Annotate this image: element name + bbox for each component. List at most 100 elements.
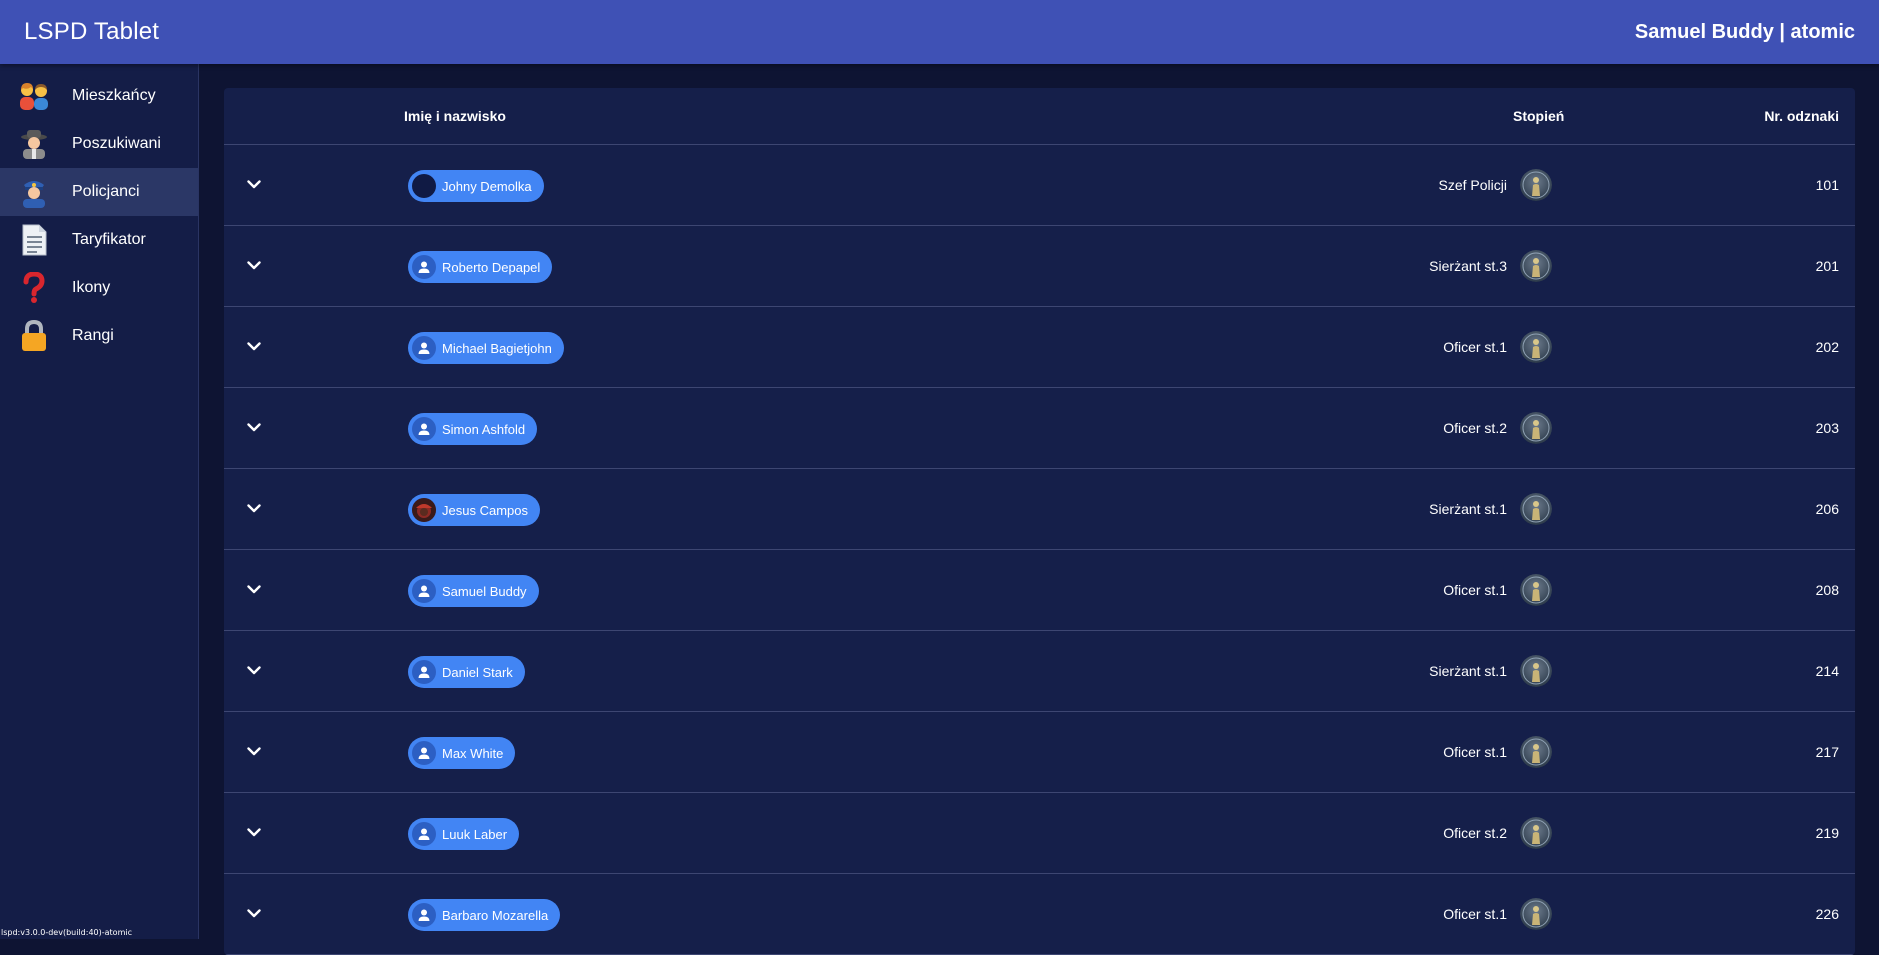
expand-row-button[interactable] [242, 578, 266, 602]
rank-badge-icon [1520, 493, 1552, 525]
sidebar-item-label: Policjanci [72, 183, 140, 200]
rank-badge-icon [1520, 331, 1552, 363]
version-label: lspd:v3.0.0-dev(build:40)-atomic [1, 928, 132, 937]
badge-number: 101 [1815, 177, 1839, 193]
table-body: Johny Demolka Szef Policji 101 Roberto Depa… [224, 145, 1855, 955]
expand-row-button[interactable] [242, 254, 266, 278]
rank-badge-icon [1520, 817, 1552, 849]
table-row[interactable]: Simon Ashfold Oficer st.2 203 [224, 388, 1855, 469]
rank-badge-icon [1520, 412, 1552, 444]
rank-badge-icon [1520, 169, 1552, 201]
table-row[interactable]: Samuel Buddy Oficer st.1 208 [224, 550, 1855, 631]
expand-row-button[interactable] [242, 173, 266, 197]
detective-emoji-icon [16, 126, 52, 162]
sidebar-item-mieszkancy[interactable]: Mieszkańcy [0, 72, 198, 120]
sidebar: Mieszkańcy Poszukiwani Policjanci Taryfi… [0, 64, 199, 939]
table-row[interactable]: Johny Demolka Szef Policji 101 [224, 145, 1855, 226]
sidebar-item-rangi[interactable]: Rangi [0, 312, 198, 360]
badge-number: 214 [1815, 663, 1839, 679]
table-row[interactable]: Luuk Laber Oficer st.2 219 [224, 793, 1855, 874]
officer-name: Simon Ashfold [442, 421, 526, 437]
police-officer-emoji-icon [16, 174, 52, 210]
rank-badge-icon [1520, 898, 1552, 930]
family-emoji-icon [16, 78, 52, 114]
person-icon [412, 417, 436, 441]
officer-chip[interactable]: Johny Demolka [408, 170, 544, 202]
chevron-down-icon [247, 905, 261, 923]
expand-row-button[interactable] [242, 821, 266, 845]
expand-row-button[interactable] [242, 335, 266, 359]
sidebar-item-policjanci[interactable]: Policjanci [0, 168, 198, 216]
table-row[interactable]: Roberto Depapel Sierżant st.3 201 [224, 226, 1855, 307]
expand-row-button[interactable] [242, 416, 266, 440]
officer-chip[interactable]: Samuel Buddy [408, 575, 539, 607]
badge-number: 201 [1815, 258, 1839, 274]
current-user: Samuel Buddy | atomic [1634, 20, 1855, 43]
person-icon [412, 822, 436, 846]
officer-chip[interactable]: Jesus Campos [408, 494, 540, 526]
officer-chip[interactable]: Michael Bagietjohn [408, 332, 564, 364]
user-avatar [412, 174, 436, 198]
column-header-name[interactable]: Imię i nazwisko [404, 108, 506, 124]
person-icon [412, 660, 436, 684]
sidebar-item-taryfikator[interactable]: Taryfikator [0, 216, 198, 264]
chevron-down-icon [247, 500, 261, 518]
officer-chip[interactable]: Daniel Stark [408, 656, 525, 688]
expand-row-button[interactable] [242, 902, 266, 926]
chevron-down-icon [247, 662, 261, 680]
expand-row-button[interactable] [242, 497, 266, 521]
badge-number: 208 [1815, 582, 1839, 598]
rank-badge-icon [1520, 736, 1552, 768]
table-row[interactable]: Daniel Stark Sierżant st.1 214 [224, 631, 1855, 712]
column-header-rank[interactable]: Stopień [1513, 108, 1564, 124]
chevron-down-icon [247, 419, 261, 437]
person-icon [412, 336, 436, 360]
officer-rank: Oficer st.1 [1443, 906, 1507, 922]
officer-name: Luuk Laber [442, 826, 508, 842]
sidebar-item-label: Ikony [72, 279, 111, 296]
officer-name: Roberto Depapel [442, 259, 541, 275]
sidebar-item-ikony[interactable]: Ikony [0, 264, 198, 312]
officer-chip[interactable]: Roberto Depapel [408, 251, 553, 283]
chevron-down-icon [247, 824, 261, 842]
officers-table: Imię i nazwisko Stopień Nr. odznaki John… [224, 88, 1855, 955]
officer-chip[interactable]: Barbaro Mozarella [408, 899, 561, 931]
badge-number: 206 [1815, 501, 1839, 517]
sidebar-item-poszukiwani[interactable]: Poszukiwani [0, 120, 198, 168]
chevron-down-icon [247, 743, 261, 761]
officer-rank: Sierżant st.1 [1429, 663, 1507, 679]
table-row[interactable]: Michael Bagietjohn Oficer st.1 202 [224, 307, 1855, 388]
badge-number: 202 [1815, 339, 1839, 355]
rank-badge-icon [1520, 574, 1552, 606]
badge-number: 217 [1815, 744, 1839, 760]
column-header-badge[interactable]: Nr. odznaki [1764, 108, 1839, 124]
expand-row-button[interactable] [242, 659, 266, 683]
expand-row-button[interactable] [242, 740, 266, 764]
officer-rank: Oficer st.1 [1443, 339, 1507, 355]
officer-chip[interactable]: Simon Ashfold [408, 413, 538, 445]
officer-chip[interactable]: Luuk Laber [408, 818, 520, 850]
officer-chip[interactable]: Max White [408, 737, 516, 769]
table-row[interactable]: Max White Oficer st.1 217 [224, 712, 1855, 793]
officer-name: Barbaro Mozarella [442, 907, 549, 923]
person-icon [412, 579, 436, 603]
table-row[interactable]: Barbaro Mozarella Oficer st.1 226 [224, 874, 1855, 955]
app-title: LSPD Tablet [24, 18, 160, 45]
chevron-down-icon [247, 581, 261, 599]
rank-badge-icon [1520, 250, 1552, 282]
table-row[interactable]: Jesus Campos Sierżant st.1 206 [224, 469, 1855, 550]
badge-number: 203 [1815, 420, 1839, 436]
officer-rank: Oficer st.1 [1443, 744, 1507, 760]
badge-number: 226 [1815, 906, 1839, 922]
person-icon [412, 255, 436, 279]
sidebar-item-label: Rangi [72, 327, 114, 344]
sidebar-item-label: Mieszkańcy [72, 87, 156, 104]
document-page-icon [16, 222, 52, 258]
badge-number: 219 [1815, 825, 1839, 841]
officer-name: Johny Demolka [442, 178, 532, 194]
officer-rank: Oficer st.2 [1443, 420, 1507, 436]
sidebar-item-label: Poszukiwani [72, 135, 161, 152]
app-header: LSPD Tablet Samuel Buddy | atomic [0, 0, 1879, 64]
table-header: Imię i nazwisko Stopień Nr. odznaki [224, 88, 1855, 145]
officer-rank: Szef Policji [1438, 177, 1507, 193]
